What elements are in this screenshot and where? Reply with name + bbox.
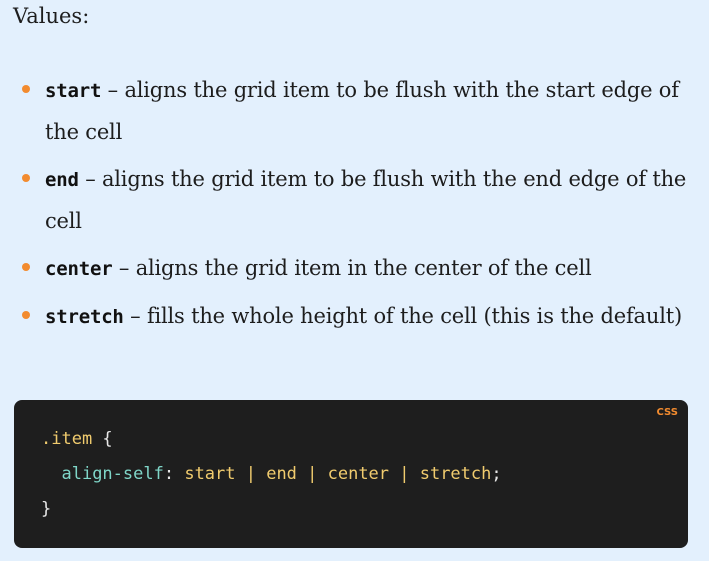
code-property: align-self [61, 464, 164, 484]
code-selector: .item [41, 429, 93, 449]
language-badge: CSS [656, 407, 678, 418]
value-term: center [45, 258, 113, 280]
value-description: – aligns the grid item to be flush with … [45, 167, 687, 233]
list-item-stretch: stretch – fills the whole height of the … [0, 296, 700, 338]
list-item-start: start – aligns the grid item to be flush… [0, 70, 700, 153]
value-term: start [45, 80, 102, 102]
value-description: – fills the whole height of the cell (th… [123, 304, 682, 328]
code-colon: : [163, 464, 185, 484]
values-heading: Values: [13, 4, 90, 28]
code-line-3: } [41, 492, 502, 527]
value-term: end [45, 169, 79, 191]
code-block[interactable]: CSS .item { align-self: start | end | ce… [14, 400, 688, 548]
code-close-brace: } [41, 499, 52, 519]
code-semicolon: ; [491, 464, 502, 484]
bullet-icon [22, 174, 30, 182]
bullet-icon [22, 311, 30, 319]
code-line-2: align-self: start | end | center | stret… [41, 457, 502, 492]
value-description: – aligns the grid item to be flush with … [45, 78, 679, 144]
code-open-brace: { [92, 429, 113, 449]
value-term: stretch [45, 306, 124, 328]
list-item-center: center – aligns the grid item in the cen… [0, 248, 700, 290]
code-value: start | end | center | stretch [184, 464, 492, 484]
bullet-icon [22, 85, 30, 93]
value-description: – aligns the grid item in the center of … [112, 256, 592, 280]
value-list: start – aligns the grid item to be flush… [0, 70, 700, 344]
code-line-1: .item { [41, 422, 502, 457]
list-item-end: end – aligns the grid item to be flush w… [0, 159, 700, 242]
bullet-icon [22, 263, 30, 271]
code-lines: .item { align-self: start | end | center… [41, 422, 502, 527]
